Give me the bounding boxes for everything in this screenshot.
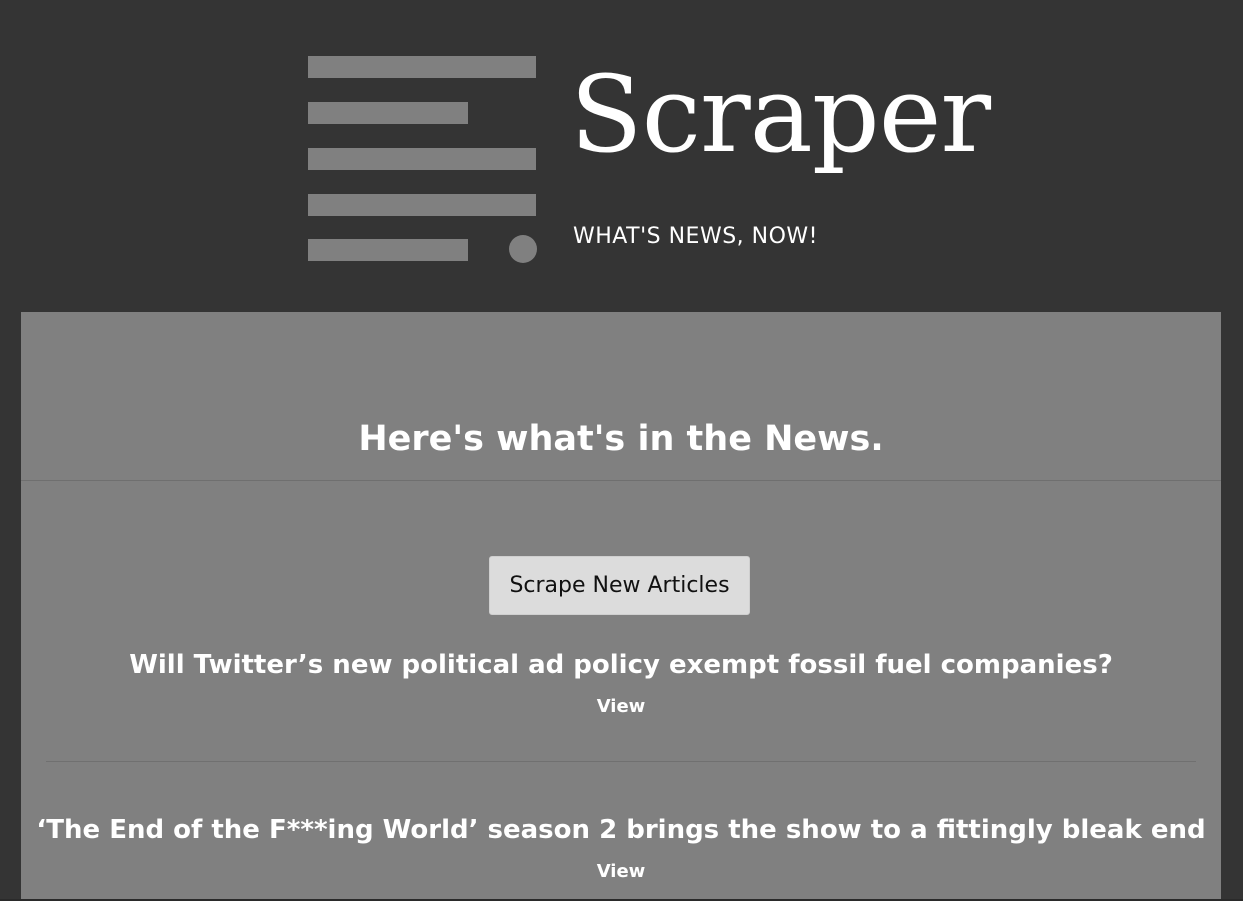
- article-view-link[interactable]: View: [597, 861, 646, 882]
- article-title: ‘The End of the F***ing World’ season 2 …: [36, 815, 1206, 845]
- news-panel: Here's what's in the News. Scrape New Ar…: [21, 312, 1221, 901]
- logo-line: [308, 194, 536, 216]
- article-view-link[interactable]: View: [597, 696, 646, 717]
- article-title: Will Twitter’s new political ad policy e…: [129, 650, 1113, 680]
- article-divider: [46, 761, 1196, 762]
- divider: [21, 480, 1221, 481]
- logo-dot: [509, 235, 537, 263]
- page-title: Here's what's in the News.: [358, 419, 884, 459]
- site-header: Scraper WHAT'S NEWS, NOW!: [0, 0, 1243, 312]
- logo-line: [308, 239, 468, 261]
- article-item: Will Twitter’s new political ad policy e…: [21, 648, 1221, 717]
- scrape-new-articles-button[interactable]: Scrape New Articles: [489, 556, 750, 615]
- logo-line: [308, 56, 536, 78]
- logo-line: [308, 148, 536, 170]
- news-lines-icon: [308, 56, 548, 266]
- logo-line: [308, 102, 468, 124]
- brand-tagline: WHAT'S NEWS, NOW!: [573, 224, 818, 249]
- article-item: ‘The End of the F***ing World’ season 2 …: [21, 813, 1221, 882]
- brand-name: Scraper: [570, 53, 991, 176]
